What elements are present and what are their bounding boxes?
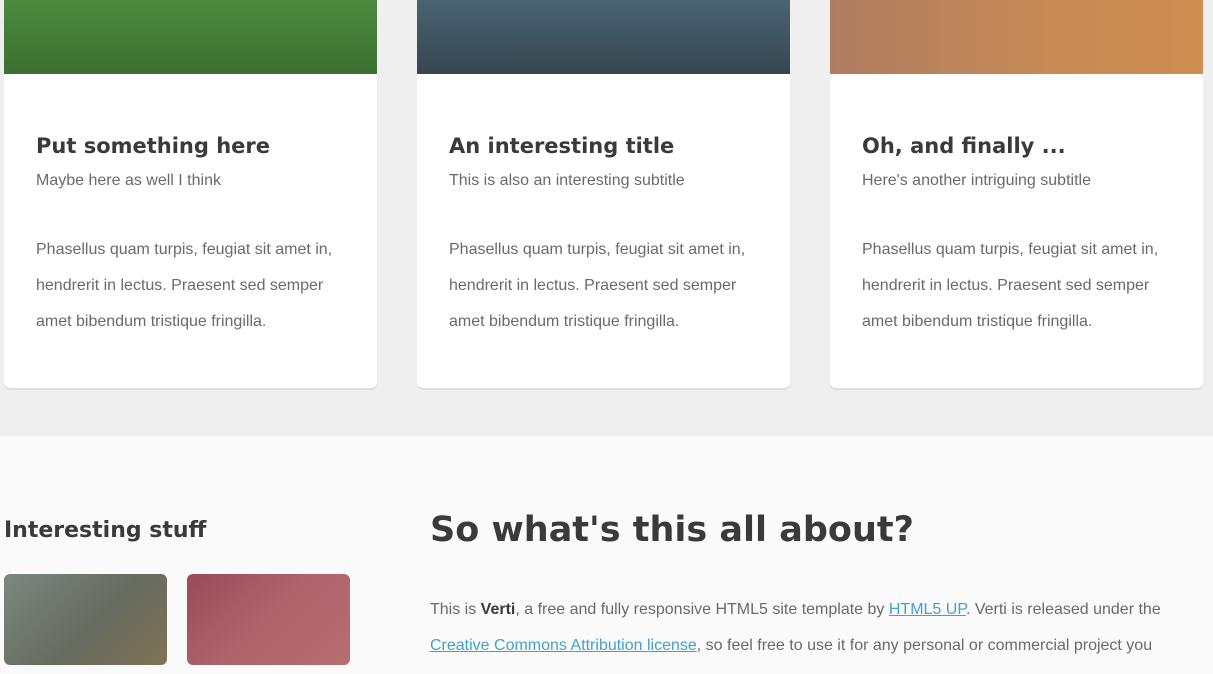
- about-text: , a free and fully responsive HTML5 site…: [515, 601, 889, 618]
- feature-card-subtitle: Here's another intriguing subtitle: [862, 172, 1091, 189]
- about-text: . Verti is released under the: [965, 601, 1161, 618]
- sidebar-thumbnail[interactable]: [187, 574, 350, 665]
- sidebar-heading: Interesting stuff: [4, 518, 207, 543]
- about-paragraph: This is Verti, a free and fully responsi…: [430, 592, 1190, 664]
- main-heading: So what's this all about?: [430, 510, 914, 550]
- sidebar-thumbnail[interactable]: [4, 574, 167, 665]
- feature-card-image[interactable]: [4, 0, 377, 74]
- feature-card: Put something here Maybe here as well I …: [4, 0, 377, 388]
- feature-card-image[interactable]: [830, 0, 1203, 74]
- feature-card-body: Phasellus quam turpis, feugiat sit amet …: [449, 241, 746, 330]
- content-section: Interesting stuff So what's this all abo…: [0, 436, 1213, 674]
- about-text: , so feel free to use it for any persona…: [696, 637, 1153, 654]
- feature-card-image[interactable]: [417, 0, 790, 74]
- features-section: Put something here Maybe here as well I …: [0, 0, 1213, 436]
- html5up-link[interactable]: HTML5 UP: [889, 601, 966, 618]
- feature-card-subtitle: Maybe here as well I think: [36, 172, 221, 189]
- feature-card-title: Oh, and finally ...: [862, 134, 1066, 158]
- about-intro-text: This is: [430, 601, 481, 618]
- feature-card-body: Phasellus quam turpis, feugiat sit amet …: [36, 241, 333, 330]
- feature-card-title: An interesting title: [449, 134, 675, 158]
- feature-card: An interesting title This is also an int…: [417, 0, 790, 388]
- feature-card-subtitle: This is also an interesting subtitle: [449, 172, 685, 189]
- license-link[interactable]: Creative Commons Attribution license: [430, 637, 697, 654]
- feature-card-title: Put something here: [36, 134, 271, 158]
- feature-card: Oh, and finally ... Here's another intri…: [830, 0, 1203, 388]
- feature-card-body: Phasellus quam turpis, feugiat sit amet …: [862, 241, 1159, 330]
- template-name: Verti: [480, 601, 516, 618]
